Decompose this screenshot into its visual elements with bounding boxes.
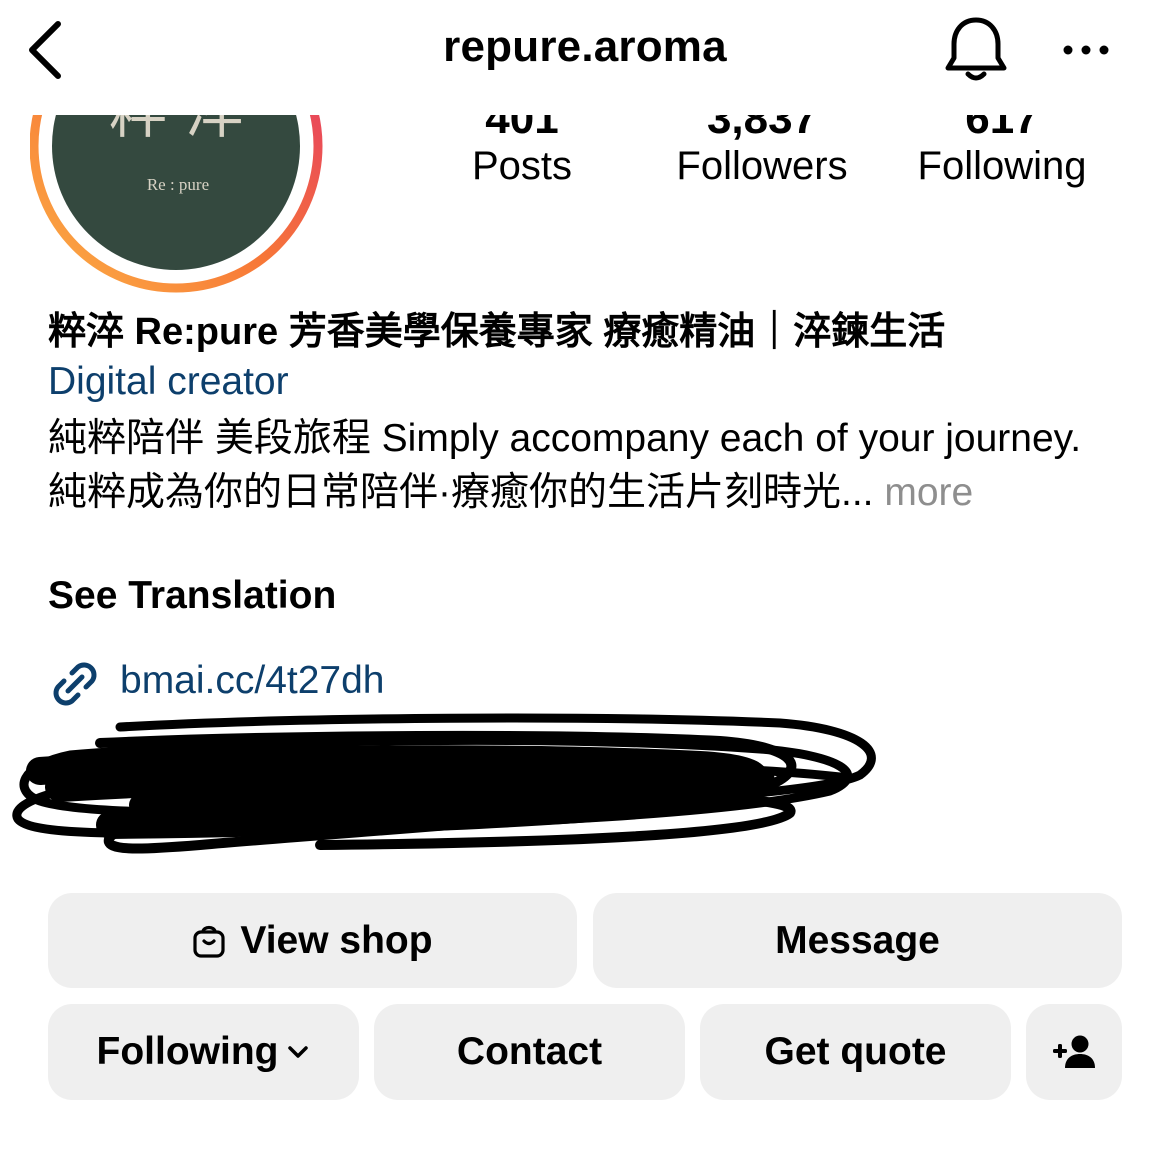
profile-bio: 純粹陪伴 美段旅程 Simply accompany each of your …	[48, 412, 1128, 520]
followers-label: Followers	[676, 144, 848, 188]
message-button[interactable]: Message	[593, 893, 1122, 988]
redaction-scribble	[12, 713, 876, 854]
message-label: Message	[775, 918, 940, 962]
bio-line-2-text: 純粹成為你的日常陪伴·療癒你的生活片刻時光...	[48, 471, 874, 514]
see-translation-link[interactable]: See Translation	[48, 574, 336, 618]
get-quote-label: Get quote	[764, 1030, 947, 1073]
posts-label: Posts	[471, 144, 573, 188]
get-quote-button[interactable]: Get quote	[700, 1004, 1011, 1100]
following-button[interactable]: Following	[48, 1004, 359, 1100]
view-shop-button[interactable]: View shop	[48, 893, 577, 988]
link-icon	[53, 662, 97, 706]
contact-label: Contact	[456, 1030, 603, 1073]
add-user-button[interactable]	[1026, 1004, 1122, 1100]
view-shop-label: View shop	[240, 918, 433, 962]
bio-line-2: 純粹成為你的日常陪伴·療癒你的生活片刻時光... more	[48, 466, 1128, 520]
chevron-down-icon	[288, 1046, 309, 1058]
bio-more-link[interactable]: more	[874, 471, 973, 514]
shopping-bag-icon	[193, 925, 226, 958]
more-horizontal-icon[interactable]	[1056, 24, 1116, 76]
bio-line-1: 純粹陪伴 美段旅程 Simply accompany each of your …	[48, 417, 1082, 460]
profile-category: Digital creator	[48, 360, 289, 403]
avatar-logo-sub: Re : pure	[147, 175, 209, 194]
following-button-label: Following	[96, 1030, 279, 1073]
top-bar: repure.aroma	[0, 0, 1170, 115]
profile-display-name: 粹淬 Re:pure 芳香美學保養專家 療癒精油｜淬鍊生活	[48, 311, 946, 353]
add-user-icon	[1053, 1035, 1095, 1068]
bell-icon[interactable]	[940, 14, 1012, 86]
contact-button[interactable]: Contact	[374, 1004, 685, 1100]
profile-link-text: bmai.cc/4t27dh	[120, 659, 385, 702]
following-label: Following	[917, 144, 1087, 188]
